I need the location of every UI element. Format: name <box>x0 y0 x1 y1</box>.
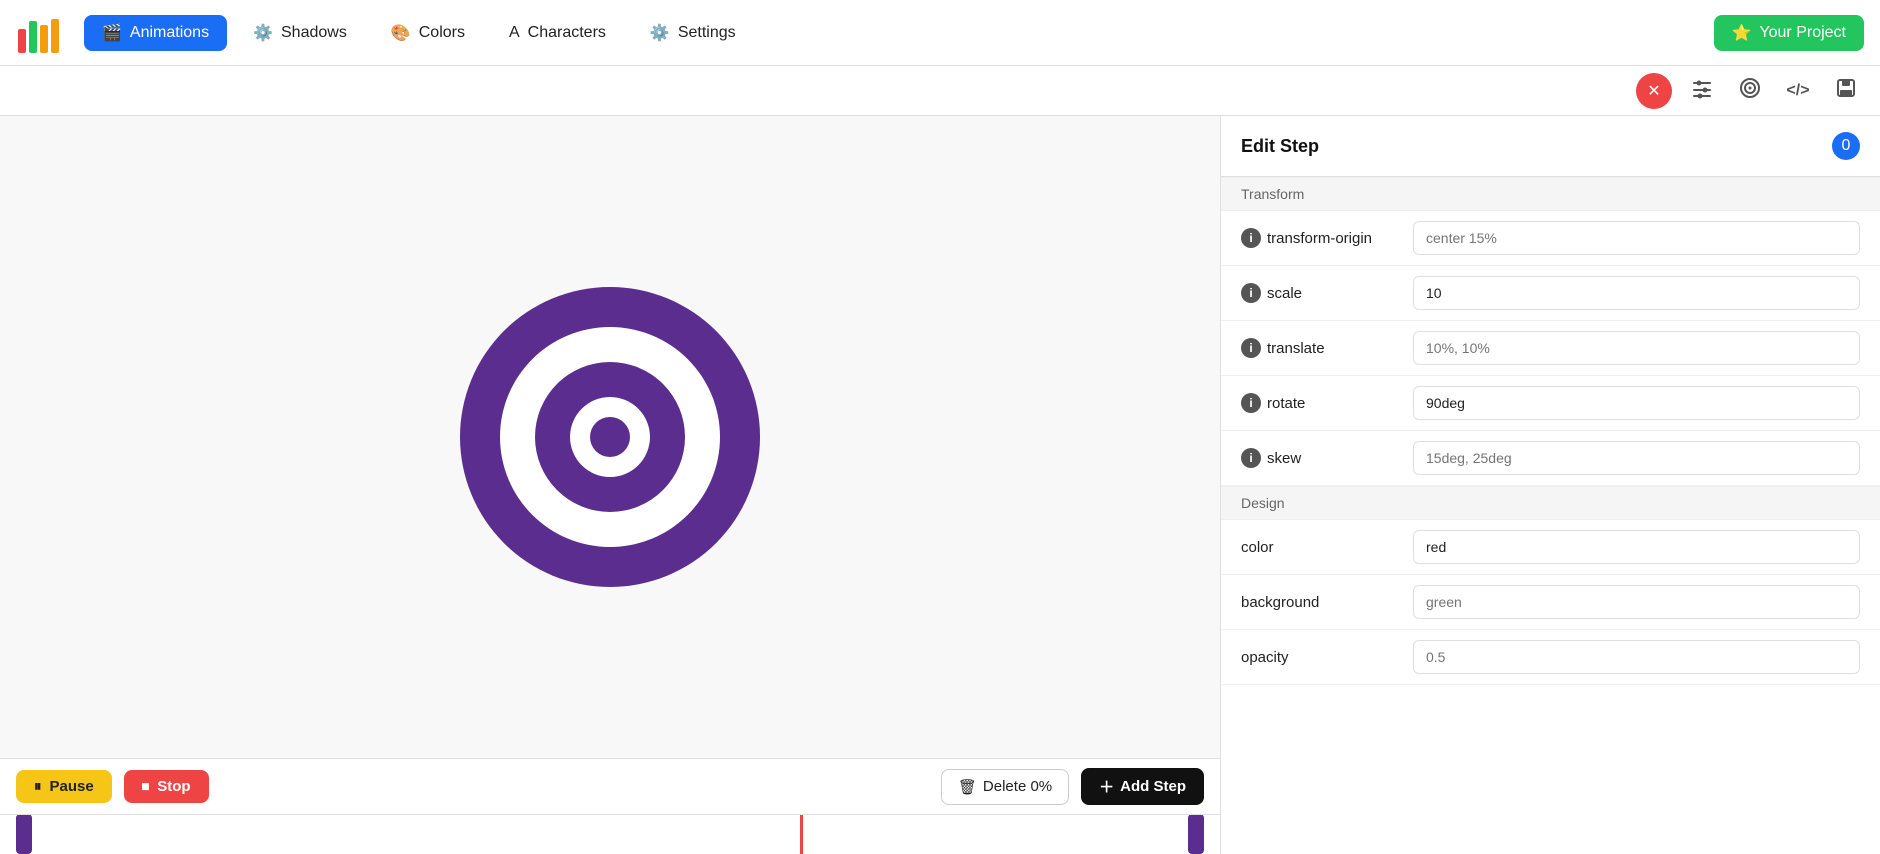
rotate-input[interactable] <box>1413 386 1860 420</box>
field-transform-origin: i transform-origin <box>1221 211 1880 266</box>
code-icon: </> <box>1786 82 1809 100</box>
panel-header: Edit Step 0 <box>1221 116 1880 177</box>
bullseye-center <box>590 417 630 457</box>
skew-label: skew <box>1267 450 1301 467</box>
color-input[interactable] <box>1413 530 1860 564</box>
bullseye-ring4 <box>570 397 650 477</box>
field-label-wrap-background: background <box>1241 594 1401 611</box>
add-step-button[interactable]: ＋ Add Step <box>1081 768 1204 805</box>
star-icon: ⭐ <box>1732 23 1752 43</box>
sliders-icon <box>1691 77 1713 105</box>
info-icon-scale: i <box>1241 283 1261 303</box>
target-button[interactable] <box>1732 73 1768 109</box>
nav-colors[interactable]: 🎨 Colors <box>373 15 483 51</box>
stop-icon: ⏹ <box>142 778 150 795</box>
nav-characters[interactable]: A Characters <box>491 16 624 50</box>
field-label-wrap: i transform-origin <box>1241 228 1401 248</box>
field-skew: i skew <box>1221 431 1880 486</box>
field-scale: i scale <box>1221 266 1880 321</box>
save-icon <box>1835 77 1857 105</box>
pause-icon: ⏸ <box>34 778 42 795</box>
background-label: background <box>1241 594 1319 611</box>
transform-origin-label: transform-origin <box>1267 230 1372 247</box>
timeline[interactable] <box>0 814 1220 854</box>
transform-origin-input[interactable] <box>1413 221 1860 255</box>
info-icon-rotate: i <box>1241 393 1261 413</box>
nav-settings[interactable]: ⚙️ Settings <box>632 15 754 51</box>
field-rotate: i rotate <box>1221 376 1880 431</box>
pause-button[interactable]: ⏸ Pause <box>16 770 112 803</box>
design-section-label: Design <box>1221 486 1880 520</box>
nav-project[interactable]: ⭐ Your Project <box>1714 15 1865 51</box>
panel-close-button[interactable]: 0 <box>1832 132 1860 160</box>
info-icon-translate: i <box>1241 338 1261 358</box>
field-label-wrap-rotate: i rotate <box>1241 393 1401 413</box>
sliders-button[interactable] <box>1684 73 1720 109</box>
scale-input[interactable] <box>1413 276 1860 310</box>
field-label-wrap-color: color <box>1241 539 1401 556</box>
bullseye-ring2 <box>500 327 720 547</box>
film-icon: 🎬 <box>102 23 122 43</box>
info-icon-skew: i <box>1241 448 1261 468</box>
canvas-area: ⏸ Pause ⏹ Stop 🗑 Delete 0% ＋ Add Step <box>0 116 1220 854</box>
timeline-handle-left[interactable] <box>16 814 32 854</box>
field-label-wrap-opacity: opacity <box>1241 649 1401 666</box>
settings-gear-icon: ⚙️ <box>650 23 670 43</box>
bottom-controls: ⏸ Pause ⏹ Stop 🗑 Delete 0% ＋ Add Step <box>0 758 1220 814</box>
opacity-label: opacity <box>1241 649 1289 666</box>
translate-input[interactable] <box>1413 331 1860 365</box>
close-button[interactable]: ✕ <box>1636 73 1672 109</box>
background-input[interactable] <box>1413 585 1860 619</box>
shadows-icon: ⚙️ <box>253 23 273 43</box>
trash-icon: 🗑 <box>958 778 977 796</box>
field-label-wrap-skew: i skew <box>1241 448 1401 468</box>
field-label-wrap-scale: i scale <box>1241 283 1401 303</box>
nav-shadows[interactable]: ⚙️ Shadows <box>235 15 365 51</box>
stop-button[interactable]: ⏹ Stop <box>124 770 209 803</box>
transform-section-label: Transform <box>1221 177 1880 211</box>
right-panel: Edit Step 0 Transform i transform-origin… <box>1220 116 1880 854</box>
canvas-content <box>0 116 1220 758</box>
palette-icon: 🎨 <box>391 23 411 43</box>
plus-icon: ＋ <box>1099 776 1114 797</box>
rotate-label: rotate <box>1267 395 1305 412</box>
timeline-playhead[interactable] <box>800 815 803 854</box>
top-nav: 🎬 Animations ⚙️ Shadows 🎨 Colors A Chara… <box>0 0 1880 66</box>
close-icon: ✕ <box>1647 81 1660 101</box>
field-color: color <box>1221 520 1880 575</box>
info-icon-transform-origin: i <box>1241 228 1261 248</box>
target-icon <box>1739 77 1761 105</box>
field-translate: i translate <box>1221 321 1880 376</box>
nav-animations[interactable]: 🎬 Animations <box>84 15 227 51</box>
color-label: color <box>1241 539 1274 556</box>
field-label-wrap-translate: i translate <box>1241 338 1401 358</box>
delete-button[interactable]: 🗑 Delete 0% <box>941 769 1069 805</box>
field-opacity: opacity <box>1221 630 1880 685</box>
scale-label: scale <box>1267 285 1302 302</box>
opacity-input[interactable] <box>1413 640 1860 674</box>
save-button[interactable] <box>1828 73 1864 109</box>
field-background: background <box>1221 575 1880 630</box>
bullseye-outer <box>460 287 760 587</box>
panel-title: Edit Step <box>1241 136 1319 157</box>
toolbar-row: ✕ </> <box>0 66 1880 116</box>
skew-input[interactable] <box>1413 441 1860 475</box>
bullseye-ring3 <box>535 362 685 512</box>
timeline-handle-right[interactable] <box>1188 814 1204 854</box>
logo <box>16 11 60 55</box>
translate-label: translate <box>1267 340 1325 357</box>
main-area: ⏸ Pause ⏹ Stop 🗑 Delete 0% ＋ Add Step <box>0 116 1880 854</box>
code-button[interactable]: </> <box>1780 73 1816 109</box>
characters-icon: A <box>509 24 520 42</box>
